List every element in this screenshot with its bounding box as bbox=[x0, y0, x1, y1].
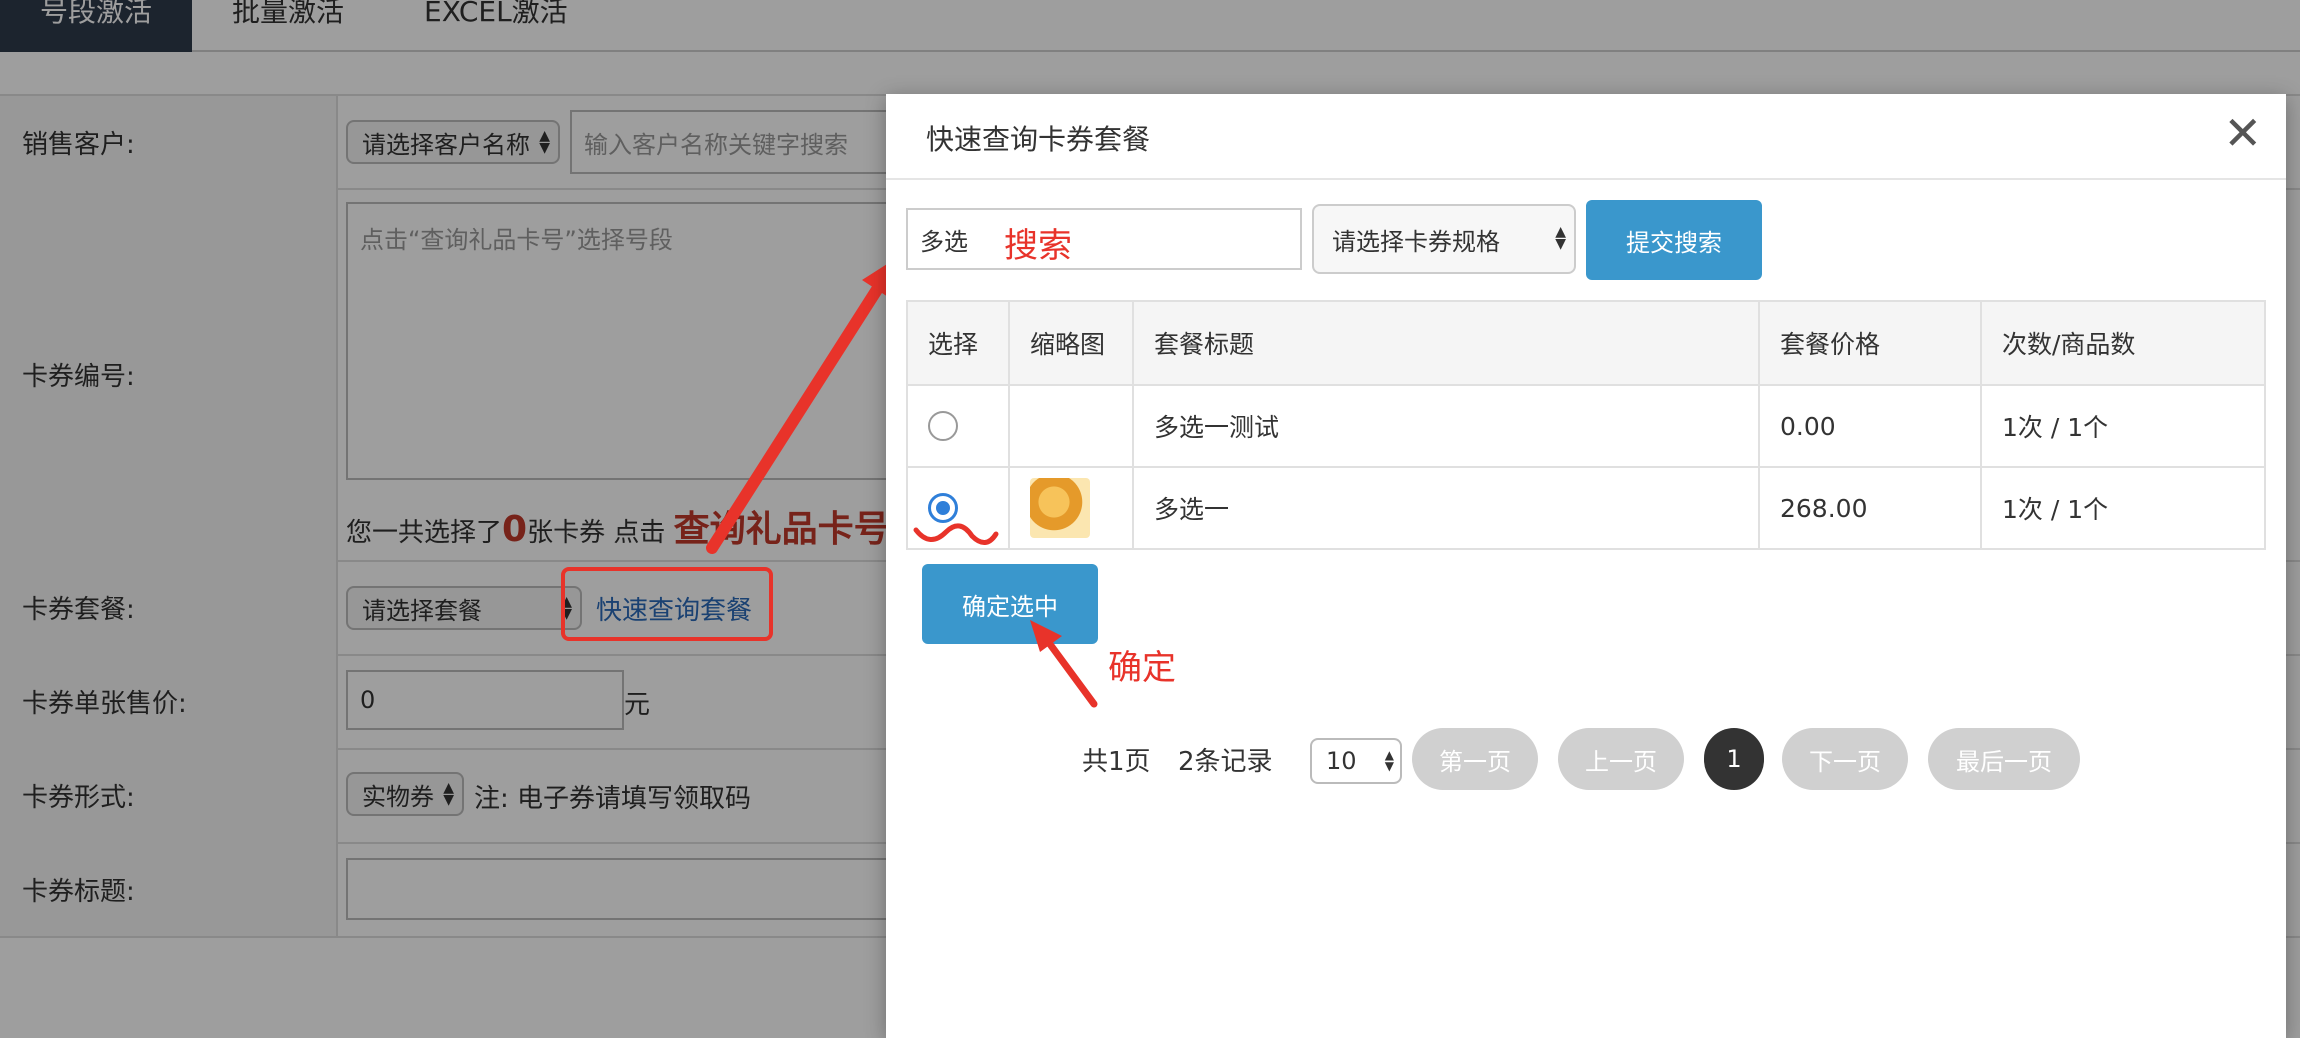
annotation-marks bbox=[913, 523, 1098, 708]
